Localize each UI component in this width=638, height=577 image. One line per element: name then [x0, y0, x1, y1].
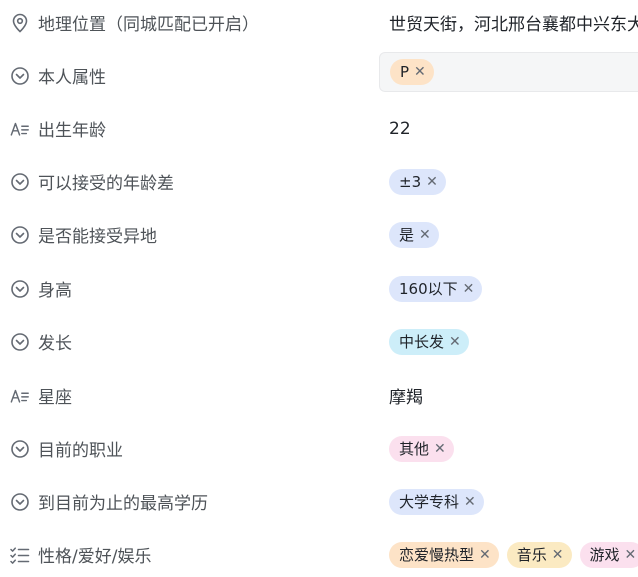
- option-tag: 中长发 ✕: [389, 328, 469, 355]
- option-tag: 音乐 ✕: [506, 541, 572, 568]
- remove-tag-icon[interactable]: ✕: [426, 175, 438, 189]
- field-row-education: 到目前为止的最高学历 大学专科 ✕: [0, 475, 638, 528]
- remove-tag-icon[interactable]: ✕: [552, 548, 564, 562]
- option-tag: 游戏 ✕: [579, 541, 638, 568]
- option-tag: ±3 ✕: [389, 168, 446, 195]
- location-icon: [10, 13, 30, 33]
- single-select-icon: [10, 332, 30, 352]
- field-value-age[interactable]: 22: [379, 102, 638, 155]
- single-select-icon: [10, 225, 30, 245]
- field-value-occupation[interactable]: 其他 ✕: [379, 422, 638, 475]
- field-label-zodiac: 星座: [10, 369, 72, 422]
- text-field-icon: [10, 119, 30, 139]
- remove-tag-icon[interactable]: ✕: [434, 442, 446, 456]
- single-select-icon: [10, 279, 30, 299]
- option-tag: 其他 ✕: [389, 435, 454, 462]
- field-label-education: 到目前为止的最高学历: [10, 475, 208, 528]
- single-select-icon: [10, 439, 30, 459]
- remove-tag-icon[interactable]: ✕: [414, 65, 426, 79]
- field-label-location: 地理位置（同城匹配已开启）: [10, 0, 259, 49]
- remove-tag-icon[interactable]: ✕: [479, 548, 491, 562]
- field-row-zodiac: 星座 摩羯: [0, 369, 638, 422]
- text-field-icon: [10, 386, 30, 406]
- field-label-long-distance: 是否能接受异地: [10, 208, 157, 261]
- field-row-hobbies: 性格/爱好/娱乐 恋爱慢热型 ✕ 音乐 ✕ 游戏 ✕: [0, 528, 638, 577]
- field-row-age-gap: 可以接受的年龄差 ±3 ✕: [0, 155, 638, 208]
- single-select-icon: [10, 172, 30, 192]
- field-label-hair-length: 发长: [10, 315, 72, 368]
- remove-tag-icon[interactable]: ✕: [625, 548, 637, 562]
- field-label-age-gap: 可以接受的年龄差: [10, 155, 174, 208]
- field-row-self-attribute: 本人属性 P ✕: [0, 49, 638, 102]
- field-row-long-distance: 是否能接受异地 是 ✕: [0, 208, 638, 261]
- remove-tag-icon[interactable]: ✕: [449, 335, 461, 349]
- single-select-icon: [10, 66, 30, 86]
- field-label-hobbies: 性格/爱好/娱乐: [10, 528, 151, 577]
- option-tag: 160以下 ✕: [389, 275, 483, 302]
- option-tag: 是 ✕: [389, 221, 439, 248]
- field-value-zodiac[interactable]: 摩羯: [379, 369, 638, 422]
- field-value-hobbies[interactable]: 恋爱慢热型 ✕ 音乐 ✕ 游戏 ✕: [379, 528, 638, 577]
- multi-select-icon: [10, 545, 30, 565]
- option-tag: 大学专科 ✕: [389, 488, 484, 515]
- remove-tag-icon[interactable]: ✕: [464, 495, 476, 509]
- field-label-occupation: 目前的职业: [10, 422, 123, 475]
- profile-form: 地理位置（同城匹配已开启） 世贸天街，河北邢台襄都中兴东大 本人属性 P ✕ 出…: [0, 0, 638, 577]
- field-value-hair-length[interactable]: 中长发 ✕: [379, 315, 638, 368]
- field-row-occupation: 目前的职业 其他 ✕: [0, 422, 638, 475]
- field-value-location[interactable]: 世贸天街，河北邢台襄都中兴东大: [379, 0, 638, 49]
- field-value-age-gap[interactable]: ±3 ✕: [379, 155, 638, 208]
- remove-tag-icon[interactable]: ✕: [419, 228, 431, 242]
- field-row-location: 地理位置（同城匹配已开启） 世贸天街，河北邢台襄都中兴东大: [0, 0, 638, 49]
- option-tag: P ✕: [390, 59, 434, 85]
- option-tag: 恋爱慢热型 ✕: [389, 541, 499, 568]
- field-value-long-distance[interactable]: 是 ✕: [379, 208, 638, 261]
- field-value-self-attribute[interactable]: P ✕: [379, 52, 638, 92]
- field-label-age: 出生年龄: [10, 102, 106, 155]
- remove-tag-icon[interactable]: ✕: [463, 282, 475, 296]
- field-label-height: 身高: [10, 262, 72, 315]
- field-row-age: 出生年龄 22: [0, 102, 638, 155]
- field-value-height[interactable]: 160以下 ✕: [379, 262, 638, 315]
- single-select-icon: [10, 492, 30, 512]
- field-value-education[interactable]: 大学专科 ✕: [379, 475, 638, 528]
- field-label-self-attribute: 本人属性: [10, 49, 106, 102]
- field-row-hair-length: 发长 中长发 ✕: [0, 315, 638, 368]
- field-row-height: 身高 160以下 ✕: [0, 262, 638, 315]
